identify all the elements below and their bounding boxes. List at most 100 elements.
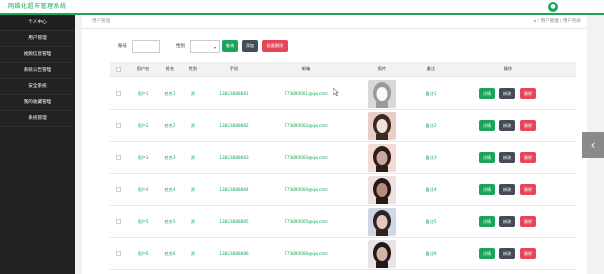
delete-button[interactable]: 删除 (520, 248, 536, 259)
table-header: 用户名 姓名 性别 手机 邮箱 照片 备注 操作 (110, 62, 576, 77)
detail-button[interactable]: 详情 (479, 120, 495, 131)
app-title: 网络化超市管理系统 (8, 3, 67, 10)
th-username: 用户名 (136, 66, 150, 71)
detail-button[interactable]: 详情 (479, 248, 495, 259)
select-all-checkbox[interactable] (116, 67, 121, 72)
table-row: 用户4 姓名4 男 13823888884 773890004@qq.com 备注4 详情修… (110, 174, 576, 206)
account-input[interactable] (132, 40, 160, 53)
th-phone: 手机 (229, 66, 239, 71)
portrait-image (368, 208, 396, 236)
cell-username: 用户2 (137, 123, 149, 128)
sidebar-item-favorites[interactable]: 我的收藏管理 (0, 95, 75, 111)
cell-note: 备注2 (425, 123, 437, 128)
cell-note: 备注4 (425, 187, 437, 192)
th-name: 姓名 (165, 66, 175, 71)
chevron-left-icon[interactable]: ‹ (582, 132, 604, 158)
cell-email: 773890004@qq.com (284, 187, 328, 192)
table-row: 用户5 姓名5 男 13823888885 773890005@qq.com 备注5 详情修… (110, 206, 576, 238)
row-checkbox[interactable] (116, 91, 121, 96)
portrait-image (368, 176, 396, 204)
cell-username: 用户3 (137, 155, 149, 160)
cell-gender: 男 (190, 91, 196, 96)
cell-phone: 13823888883 (219, 155, 249, 160)
user-photo (368, 80, 396, 108)
portrait-image (368, 80, 396, 108)
cell-name: 姓名1 (164, 91, 176, 96)
cell-gender: 男 (190, 187, 196, 192)
account-label: 账号 (118, 44, 127, 49)
cell-note: 备注6 (425, 251, 437, 256)
th-photo: 照片 (377, 66, 387, 71)
sidebar-item-users[interactable]: 用户管理 (0, 31, 75, 47)
delete-button[interactable]: 删除 (520, 120, 536, 131)
table-row: 用户1 姓名1 男 13823888881 773890001@qq.com 备注1 详情修… (110, 78, 576, 110)
cell-phone: 13823888882 (219, 123, 249, 128)
row-checkbox[interactable] (116, 123, 121, 128)
cell-username: 用户4 (137, 187, 149, 192)
cell-email: 773890003@qq.com (284, 155, 328, 160)
breadcrumb: 用户管理 ⌂ / 用户管理 / 用户列表 (82, 15, 587, 29)
cell-phone: 13823888885 (219, 219, 249, 224)
edit-button[interactable]: 修改 (499, 120, 515, 131)
detail-button[interactable]: 详情 (479, 184, 495, 195)
th-note: 备注 (426, 66, 436, 71)
cell-name: 姓名6 (164, 251, 176, 256)
cell-gender: 男 (190, 123, 196, 128)
breadcrumb-path-text[interactable]: / 用户管理 / 用户列表 (538, 19, 581, 24)
detail-button[interactable]: 详情 (479, 88, 495, 99)
delete-button[interactable]: 删除 (520, 184, 536, 195)
breadcrumb-path: ⌂ / 用户管理 / 用户列表 (533, 18, 581, 24)
detail-button[interactable]: 详情 (479, 216, 495, 227)
row-checkbox[interactable] (116, 155, 121, 160)
edit-button[interactable]: 修改 (499, 88, 515, 99)
gender-label: 性别 (176, 44, 185, 49)
sidebar-item-videos[interactable]: 视频信息管理 (0, 47, 75, 63)
row-checkbox[interactable] (116, 219, 121, 224)
cell-name: 姓名4 (164, 187, 176, 192)
edit-button[interactable]: 修改 (499, 216, 515, 227)
edit-button[interactable]: 修改 (499, 248, 515, 259)
delete-button[interactable]: 删除 (520, 88, 536, 99)
sidebar-item-announcements[interactable]: 系统公告管理 (0, 63, 75, 79)
portrait-image (368, 240, 396, 268)
user-photo (368, 176, 396, 204)
row-checkbox[interactable] (116, 187, 121, 192)
delete-button[interactable]: 删除 (520, 216, 536, 227)
cell-name: 姓名3 (164, 155, 176, 160)
chevron-down-icon: ▾ (213, 45, 216, 50)
cell-gender: 男 (190, 219, 196, 224)
search-bar: 账号 性别 ▾ 查询 添加 批量删除 (118, 40, 418, 54)
th-email: 邮箱 (301, 66, 311, 71)
cell-username: 用户5 (137, 219, 149, 224)
cell-username: 用户1 (137, 91, 149, 96)
gender-select[interactable]: ▾ (190, 40, 220, 53)
th-actions: 操作 (503, 66, 513, 71)
batch-delete-button[interactable]: 批量删除 (262, 40, 288, 52)
cell-email: 773890005@qq.com (284, 219, 328, 224)
cell-gender: 男 (190, 155, 196, 160)
th-gender: 性别 (188, 66, 198, 71)
cell-name: 姓名5 (164, 219, 176, 224)
user-photo (368, 112, 396, 140)
user-photo (368, 208, 396, 236)
table-row: 用户6 姓名6 男 13823888886 773890006@qq.com 备注6 详情修… (110, 238, 576, 270)
query-button[interactable]: 查询 (222, 40, 238, 52)
cell-name: 姓名2 (164, 123, 176, 128)
home-icon[interactable]: ⌂ (533, 19, 536, 24)
sidebar-item-system[interactable]: 系统管理 (0, 111, 75, 127)
add-button[interactable]: 添加 (242, 40, 258, 52)
cell-email: 773890006@qq.com (284, 251, 328, 256)
edit-button[interactable]: 修改 (499, 184, 515, 195)
cell-phone: 13823888881 (219, 91, 249, 96)
portrait-image (368, 112, 396, 140)
user-icon[interactable]: ● (548, 2, 558, 12)
user-photo (368, 144, 396, 172)
delete-button[interactable]: 删除 (520, 152, 536, 163)
sidebar-item-security[interactable]: 安全系统 (0, 79, 75, 95)
edit-button[interactable]: 修改 (499, 152, 515, 163)
cell-note: 备注1 (425, 91, 437, 96)
user-photo (368, 240, 396, 268)
row-checkbox[interactable] (116, 251, 121, 256)
detail-button[interactable]: 详情 (479, 152, 495, 163)
sidebar-item-profile[interactable]: 个人中心 (0, 15, 75, 31)
